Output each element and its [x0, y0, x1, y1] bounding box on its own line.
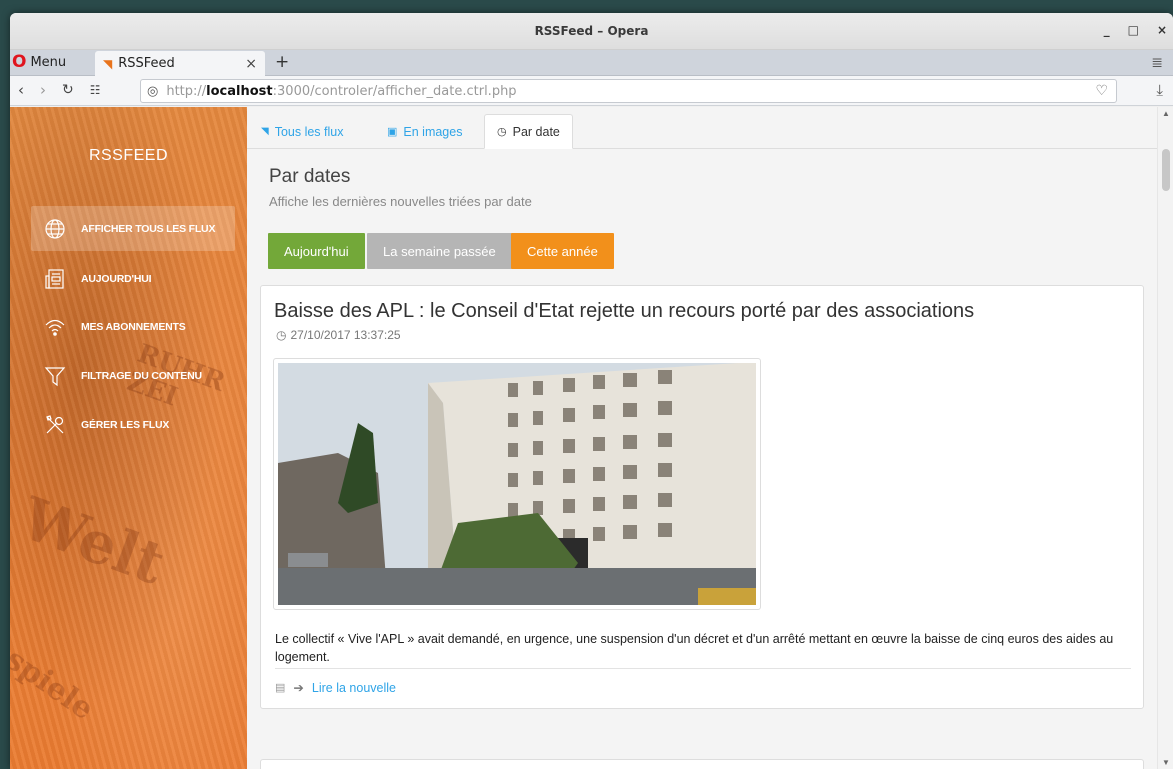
- sidebar-brand[interactable]: RSSFEED: [10, 147, 247, 165]
- apartment-building-photo: [278, 363, 756, 605]
- sidebar-item-all-feeds[interactable]: AFFICHER TOUS LES FLUX: [31, 206, 235, 251]
- tab-title: RSSFeed: [118, 56, 175, 71]
- tools-icon: [43, 413, 67, 437]
- browser-tab-rssfeed[interactable]: ◥ RSSFeed ×: [95, 51, 265, 76]
- tab-bar: O Menu ◥ RSSFeed × + ≣: [10, 50, 1173, 76]
- sidebar: Welt RUHR ZEI spiele RSSFEED AFFICHER TO…: [10, 107, 247, 769]
- globe-security-icon: ◎: [147, 83, 159, 99]
- news-card: Baisse des APL : le Conseil d'Etat rejet…: [260, 285, 1144, 709]
- news-image[interactable]: [273, 358, 761, 610]
- window-title: RSSFeed – Opera: [534, 24, 649, 38]
- sidebar-item-subscriptions[interactable]: MES ABONNEMENTS: [31, 304, 235, 349]
- tab-label: Par date: [512, 124, 560, 139]
- reload-icon[interactable]: ↻: [62, 82, 74, 98]
- sidebar-item-label: AFFICHER TOUS LES FLUX: [81, 222, 216, 235]
- rss-favicon-icon: ◥: [103, 56, 113, 71]
- forward-icon[interactable]: ›: [40, 81, 46, 99]
- page-subtitle: Affiche les dernières nouvelles triées p…: [269, 194, 532, 209]
- download-icon[interactable]: ⤓: [1156, 82, 1163, 99]
- sidebar-item-today[interactable]: AUJOURD'HUI: [31, 256, 235, 301]
- filter-icon: [43, 364, 67, 388]
- newspaper-icon: [43, 267, 67, 291]
- tab-close-icon[interactable]: ×: [245, 56, 257, 72]
- news-date-text: 27/10/2017 13:37:25: [290, 328, 401, 342]
- sidebar-item-label: FILTRAGE DU CONTENU: [81, 369, 202, 382]
- back-icon[interactable]: ‹: [18, 81, 24, 99]
- page-scrollbar[interactable]: ▲ ▼: [1157, 107, 1173, 769]
- url-text: http://localhost:3000/controler/afficher…: [166, 83, 517, 99]
- rss-icon: ◥: [261, 126, 269, 137]
- page-title: Par dates: [269, 166, 351, 187]
- divider: [275, 668, 1131, 669]
- read-more-label: Lire la nouvelle: [311, 680, 396, 695]
- sidebar-item-manage-feeds[interactable]: GÉRER LES FLUX: [31, 402, 235, 447]
- main-content: ◥ Tous les flux ▣ En images ◷ Par date P…: [247, 107, 1157, 769]
- last-week-filter-button[interactable]: La semaine passée: [367, 233, 512, 269]
- tab-label: En images: [403, 124, 463, 139]
- scrollbar-thumb[interactable]: [1162, 149, 1170, 191]
- arrow-right-icon: ➔: [293, 681, 304, 695]
- close-window-button[interactable]: ×: [1157, 23, 1167, 37]
- scroll-down-icon[interactable]: ▼: [1162, 758, 1170, 767]
- read-more-link[interactable]: ▤ ➔ Lire la nouvelle: [275, 680, 396, 696]
- menu-label: Menu: [30, 54, 67, 70]
- bookmark-heart-icon[interactable]: ♡: [1095, 83, 1108, 99]
- next-news-card: [260, 759, 1144, 769]
- scroll-up-icon[interactable]: ▲: [1162, 109, 1170, 118]
- opera-logo-icon: O: [12, 52, 27, 72]
- minimize-button[interactable]: _: [1104, 23, 1110, 37]
- url-input[interactable]: ◎ http://localhost:3000/controler/affich…: [140, 79, 1117, 103]
- opera-menu-button[interactable]: O Menu: [12, 52, 67, 72]
- tab-images[interactable]: ▣ En images: [375, 114, 474, 149]
- sidebar-item-label: MES ABONNEMENTS: [81, 320, 186, 333]
- tab-by-date[interactable]: ◷ Par date: [484, 114, 573, 149]
- clock-icon: ◷: [497, 126, 507, 138]
- sidebar-item-label: AUJOURD'HUI: [81, 272, 152, 285]
- speed-dial-icon[interactable]: ☷: [90, 83, 101, 97]
- title-bar: RSSFeed – Opera _ □ ×: [10, 13, 1173, 50]
- news-summary: Le collectif « Vive l'APL » avait demand…: [275, 632, 1114, 664]
- maximize-button[interactable]: □: [1128, 23, 1139, 37]
- address-bar: ‹ › ↻ ☷ ◎ http://localhost:3000/controle…: [10, 76, 1173, 106]
- tab-all-feeds[interactable]: ◥ Tous les flux: [249, 114, 355, 149]
- globe-icon: [43, 217, 67, 241]
- sidebar-item-label: GÉRER LES FLUX: [81, 418, 170, 431]
- new-tab-button[interactable]: +: [275, 52, 289, 72]
- browser-window: RSSFeed – Opera _ □ × O Menu ◥ RSSFeed ×…: [10, 13, 1173, 769]
- picture-icon: ▤: [275, 682, 286, 694]
- news-title[interactable]: Baisse des APL : le Conseil d'Etat rejet…: [274, 300, 974, 323]
- wifi-icon: [43, 315, 67, 339]
- image-icon: ▣: [387, 126, 398, 138]
- tab-label: Tous les flux: [274, 124, 344, 139]
- page-viewport: Welt RUHR ZEI spiele RSSFEED AFFICHER TO…: [10, 107, 1173, 769]
- content-tabs: ◥ Tous les flux ▣ En images ◷ Par date: [247, 107, 1157, 149]
- news-date: ◷ 27/10/2017 13:37:25: [276, 328, 401, 342]
- today-filter-button[interactable]: Aujourd'hui: [268, 233, 365, 269]
- clock-icon: ◷: [276, 328, 287, 342]
- tab-menu-icon[interactable]: ≣: [1151, 54, 1163, 71]
- sidebar-item-content-filter[interactable]: FILTRAGE DU CONTENU: [31, 353, 235, 398]
- this-year-filter-button[interactable]: Cette année: [511, 233, 614, 269]
